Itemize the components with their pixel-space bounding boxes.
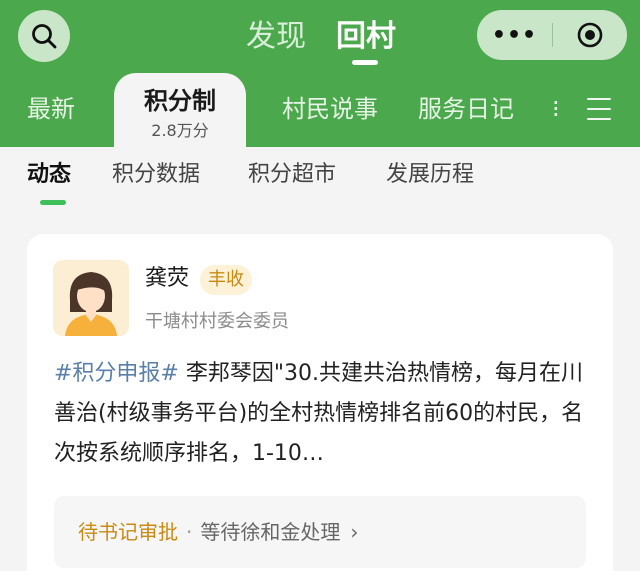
chevron-right-icon: ›	[350, 520, 359, 544]
tab-back-to-village[interactable]: 回村	[336, 18, 396, 56]
top-tab-indicator	[352, 60, 378, 65]
tab-discover[interactable]: 发现	[246, 18, 306, 56]
author-role: 干塘村村委会委员	[145, 311, 289, 332]
category-service-diary[interactable]: 服务日记	[418, 92, 514, 126]
category-points-label: 积分制	[144, 87, 216, 115]
green-header: 发现 回村 ••• 最新 村民说事 服务日记 ⁝	[0, 0, 640, 147]
subtab-history[interactable]: 发展历程	[386, 160, 474, 190]
avatar[interactable]	[53, 260, 129, 336]
category-villager-talk[interactable]: 村民说事	[282, 92, 378, 126]
post-card[interactable]: 龚荧 丰收 干塘村村委会委员 #积分申报# 李邦琴因"30.共建共治热情榜，每月…	[27, 234, 613, 571]
post-content[interactable]: #积分申报# 李邦琴因"30.共建共治热情榜，每月在川善治(村级事务平台)的全村…	[54, 354, 594, 474]
status-separator: ·	[186, 520, 193, 544]
approval-status-bar[interactable]: 待书记审批 · 等待徐和金处理 ›	[54, 496, 586, 568]
subtab-points-data[interactable]: 积分数据	[112, 160, 200, 190]
approval-handler: 等待徐和金处理	[200, 520, 341, 544]
subtab-points-market[interactable]: 积分超市	[248, 160, 336, 190]
close-button[interactable]	[553, 10, 627, 60]
category-latest[interactable]: 最新	[27, 92, 75, 126]
approval-status: 待书记审批	[78, 520, 178, 544]
subtab-indicator	[40, 200, 66, 205]
category-points-system[interactable]: 积分制 2.8万分	[114, 73, 246, 155]
close-target-icon	[577, 22, 603, 48]
search-icon	[32, 24, 57, 49]
author-name[interactable]: 龚荧	[145, 264, 189, 294]
subtab-dynamics[interactable]: 动态	[27, 160, 71, 190]
search-button[interactable]	[18, 10, 70, 62]
category-points-count: 2.8万分	[151, 121, 209, 140]
post-hashtag[interactable]: #积分申报#	[54, 361, 179, 386]
category-overflow: ⁝	[552, 95, 560, 123]
author-badge: 丰收	[200, 265, 252, 295]
menu-icon[interactable]	[587, 98, 611, 120]
mini-program-capsule: •••	[477, 10, 627, 60]
more-dots-icon[interactable]: •••	[477, 10, 552, 60]
